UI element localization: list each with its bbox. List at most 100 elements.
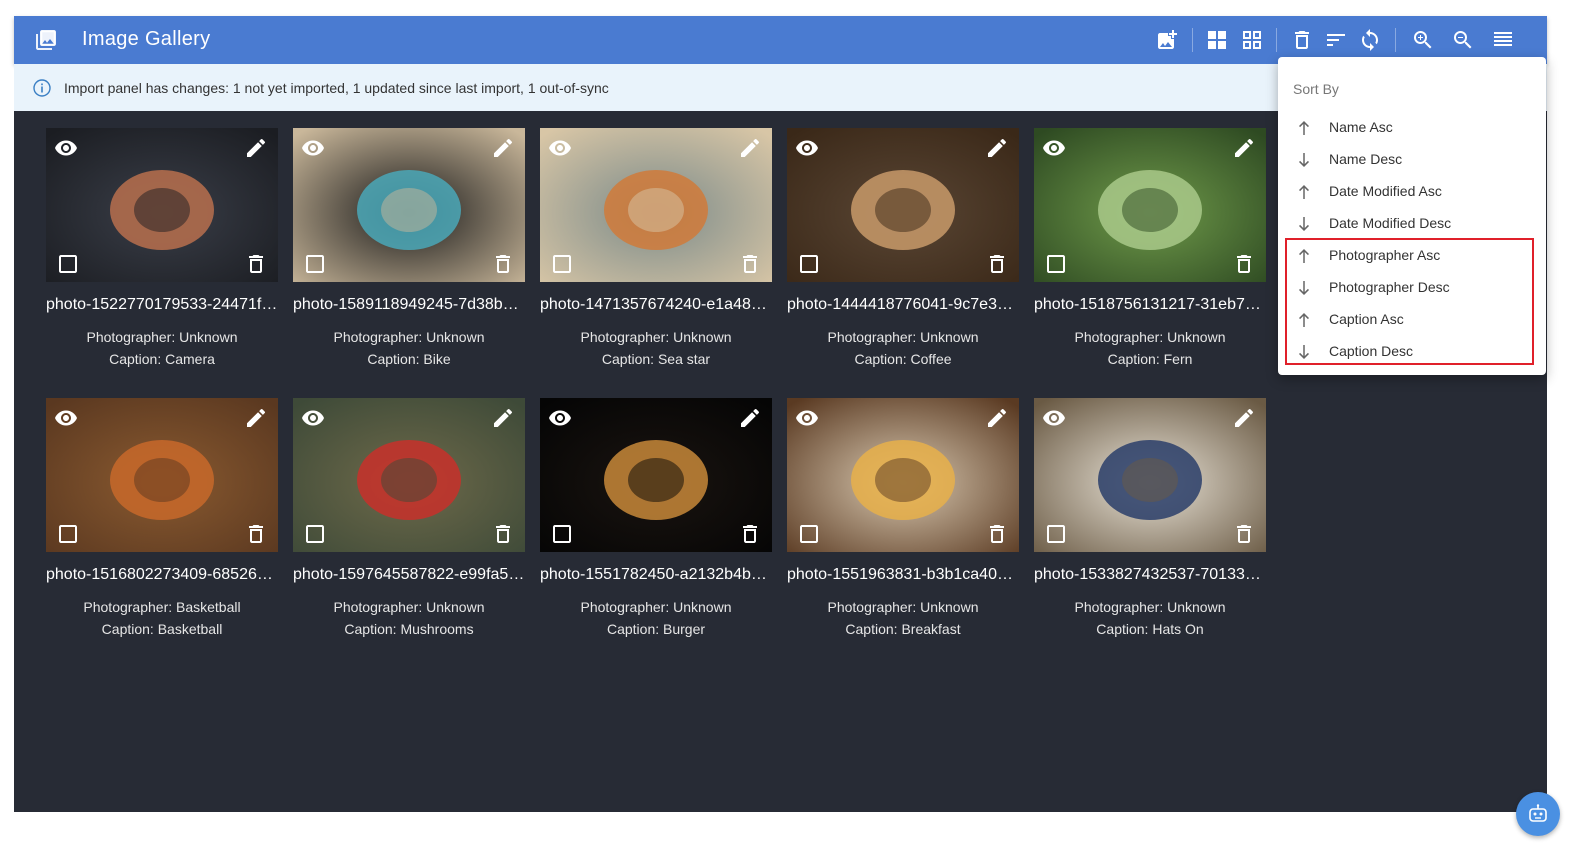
photo-meta: Photographer: Unknown Caption: Sea star — [540, 326, 772, 370]
view-icon[interactable] — [54, 406, 78, 430]
caption-label: Caption: Burger — [606, 621, 706, 637]
delete-photo-icon[interactable] — [738, 252, 762, 276]
photo-thumbnail[interactable] — [787, 398, 1019, 552]
view-icon[interactable] — [795, 136, 819, 160]
photographer-label: Photographer: Unknown — [86, 329, 238, 345]
gallery-card: photo-1551963831-b3b1ca40… Photographer: … — [787, 398, 1019, 640]
select-checkbox-icon[interactable] — [550, 522, 574, 546]
select-checkbox-icon[interactable] — [1044, 252, 1068, 276]
select-checkbox-icon[interactable] — [56, 252, 80, 276]
delete-photo-icon[interactable] — [738, 522, 762, 546]
add-image-icon[interactable] — [1155, 28, 1179, 52]
photo-meta: Photographer: Unknown Caption: Breakfast — [787, 596, 1019, 640]
delete-photo-icon[interactable] — [1232, 522, 1256, 546]
view-icon[interactable] — [1042, 136, 1066, 160]
sort-menu-item[interactable]: Caption Desc — [1278, 336, 1546, 368]
select-checkbox-icon[interactable] — [550, 252, 574, 276]
delete-photo-icon[interactable] — [244, 522, 268, 546]
edit-icon[interactable] — [1232, 406, 1256, 430]
view-icon[interactable] — [548, 136, 572, 160]
photographer-label: Photographer: Unknown — [827, 329, 979, 345]
edit-icon[interactable] — [491, 406, 515, 430]
caption-label: Caption: Sea star — [601, 351, 711, 367]
robot-icon — [1529, 804, 1547, 822]
caption-label: Caption: Breakfast — [845, 621, 961, 637]
sort-menu-item[interactable]: Name Asc — [1278, 112, 1546, 144]
photo-thumbnail[interactable] — [46, 398, 278, 552]
edit-icon[interactable] — [1232, 136, 1256, 160]
sort-menu-item[interactable]: Date Modified Asc — [1278, 176, 1546, 208]
sort-by-menu: Sort By Name Asc Name Desc Date Modified A… — [1278, 57, 1546, 375]
select-checkbox-icon[interactable] — [303, 252, 327, 276]
photo-thumbnail[interactable] — [1034, 398, 1266, 552]
large-grid-icon[interactable] — [1205, 28, 1229, 52]
view-icon[interactable] — [54, 136, 78, 160]
photo-meta: Photographer: Unknown Caption: Bike — [293, 326, 525, 370]
photo-thumbnail[interactable] — [293, 128, 525, 282]
assistant-bot-button[interactable] — [1516, 792, 1560, 836]
select-checkbox-icon[interactable] — [797, 252, 821, 276]
photo-filename: photo-1533827432537-70133… — [1034, 566, 1261, 583]
small-grid-icon[interactable] — [1240, 28, 1264, 52]
edit-icon[interactable] — [985, 136, 1009, 160]
toolbar-divider — [1276, 28, 1277, 52]
info-icon — [32, 78, 52, 98]
gallery-card: photo-1471357674240-e1a48… Photographer: … — [540, 128, 772, 370]
edit-icon[interactable] — [244, 136, 268, 160]
select-checkbox-icon[interactable] — [303, 522, 327, 546]
sort-menu-item[interactable]: Photographer Asc — [1278, 240, 1546, 272]
view-icon[interactable] — [301, 136, 325, 160]
photo-thumbnail[interactable] — [1034, 128, 1266, 282]
gallery-card: photo-1516802273409-68526… Photographer: … — [46, 398, 278, 640]
photo-thumbnail[interactable] — [540, 128, 772, 282]
delete-photo-icon[interactable] — [491, 252, 515, 276]
photo-thumbnail[interactable] — [46, 128, 278, 282]
delete-icon[interactable] — [1290, 28, 1314, 52]
view-icon[interactable] — [795, 406, 819, 430]
delete-photo-icon[interactable] — [985, 522, 1009, 546]
delete-photo-icon[interactable] — [985, 252, 1009, 276]
sort-menu-item[interactable]: Date Modified Desc — [1278, 208, 1546, 240]
arrow-down-icon — [1299, 217, 1309, 231]
delete-photo-icon[interactable] — [1232, 252, 1256, 276]
sort-icon[interactable] — [1324, 28, 1348, 52]
sort-menu-item[interactable]: Caption Asc — [1278, 304, 1546, 336]
photo-thumbnail[interactable] — [540, 398, 772, 552]
sort-menu-item-label: Caption Asc — [1329, 311, 1404, 327]
edit-icon[interactable] — [491, 136, 515, 160]
sort-menu-item[interactable]: Name Desc — [1278, 144, 1546, 176]
list-icon[interactable] — [1491, 28, 1515, 52]
page-title: Image Gallery — [82, 28, 211, 50]
sort-menu-item-label: Name Asc — [1329, 119, 1393, 135]
sort-menu-item[interactable]: Photographer Desc — [1278, 272, 1546, 304]
caption-label: Caption: Mushrooms — [344, 621, 474, 637]
gallery-card: photo-1522770179533-24471f… Photographer:… — [46, 128, 278, 370]
zoom-in-icon[interactable] — [1411, 28, 1435, 52]
sort-menu-item-label: Name Desc — [1329, 151, 1403, 167]
select-checkbox-icon[interactable] — [56, 522, 80, 546]
view-icon[interactable] — [1042, 406, 1066, 430]
photo-filename: photo-1471357674240-e1a48… — [540, 296, 767, 313]
caption-label: Caption: Hats On — [1096, 621, 1204, 637]
select-checkbox-icon[interactable] — [797, 522, 821, 546]
delete-photo-icon[interactable] — [491, 522, 515, 546]
photo-meta: Photographer: Unknown Caption: Camera — [46, 326, 278, 370]
edit-icon[interactable] — [244, 406, 268, 430]
photographer-label: Photographer: Basketball — [83, 599, 241, 615]
photo-thumbnail[interactable] — [787, 128, 1019, 282]
edit-icon[interactable] — [738, 406, 762, 430]
photo-thumbnail[interactable] — [293, 398, 525, 552]
photographer-label: Photographer: Unknown — [1074, 329, 1226, 345]
sort-menu-item-label: Photographer Asc — [1329, 247, 1441, 263]
photographer-label: Photographer: Unknown — [827, 599, 979, 615]
edit-icon[interactable] — [985, 406, 1009, 430]
view-icon[interactable] — [548, 406, 572, 430]
delete-photo-icon[interactable] — [244, 252, 268, 276]
photo-filename: photo-1444418776041-9c7e3… — [787, 296, 1013, 313]
import-notice-text: Import panel has changes: 1 not yet impo… — [64, 80, 609, 96]
sync-icon[interactable] — [1358, 28, 1382, 52]
select-checkbox-icon[interactable] — [1044, 522, 1068, 546]
zoom-out-icon[interactable] — [1451, 28, 1475, 52]
edit-icon[interactable] — [738, 136, 762, 160]
view-icon[interactable] — [301, 406, 325, 430]
